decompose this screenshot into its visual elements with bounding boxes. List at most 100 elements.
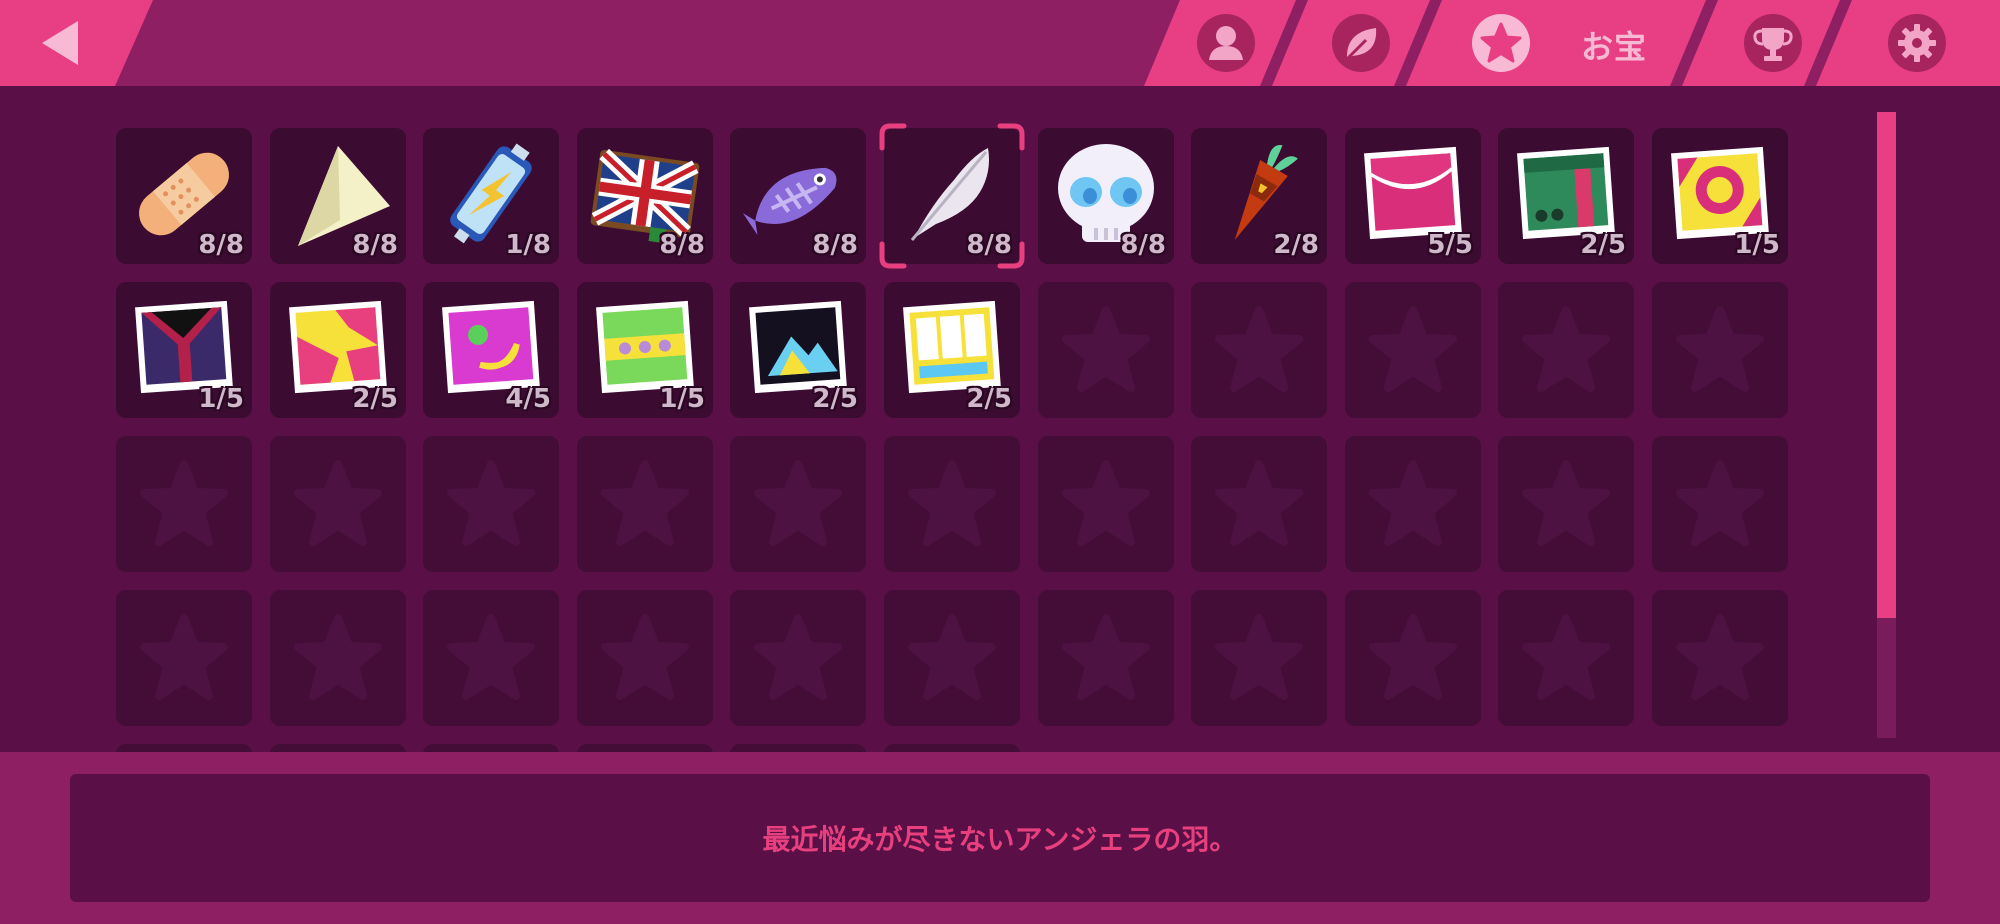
star-placeholder-icon [1062, 614, 1150, 700]
item-count: 8/8 [812, 230, 858, 260]
item-slot-paper-plane[interactable]: 8/8 [270, 128, 406, 264]
star-placeholder-icon [1522, 460, 1610, 546]
item-slot-carrot[interactable]: 2/8 [1191, 128, 1327, 264]
leaf-icon [1332, 14, 1390, 72]
empty-slot[interactable] [1498, 282, 1634, 418]
empty-slot[interactable] [1038, 282, 1174, 418]
item-slot-battery[interactable]: 1/8 [423, 128, 559, 264]
tab-trophy[interactable] [1720, 0, 1830, 86]
empty-slot[interactable] [423, 436, 559, 572]
tab-leaf[interactable] [1310, 0, 1420, 86]
item-slot-photo-moon[interactable]: 4/5 [423, 282, 559, 418]
item-count: 8/8 [198, 230, 244, 260]
empty-slot[interactable] [884, 436, 1020, 572]
item-slot-photo-pink-shapes[interactable]: 2/5 [270, 282, 406, 418]
empty-slot[interactable] [270, 436, 406, 572]
item-count: 2/5 [1580, 230, 1626, 260]
item-slot-photo-window[interactable]: 2/5 [884, 282, 1020, 418]
item-slot-photo-green-door[interactable]: 2/5 [1498, 128, 1634, 264]
empty-slot[interactable] [1038, 590, 1174, 726]
empty-slot[interactable] [1191, 590, 1327, 726]
item-count: 1/5 [198, 384, 244, 414]
star-placeholder-icon [140, 460, 228, 546]
tab-settings[interactable] [1850, 0, 2000, 86]
empty-slot[interactable] [1191, 436, 1327, 572]
star-placeholder-icon [447, 614, 535, 700]
empty-slot[interactable] [1345, 282, 1481, 418]
item-slot-union-jack-book[interactable]: 8/8 [577, 128, 713, 264]
item-slot-photo-mountains[interactable]: 2/5 [730, 282, 866, 418]
empty-slot[interactable] [730, 590, 866, 726]
item-count: 4/5 [505, 384, 551, 414]
item-count: 2/5 [812, 384, 858, 414]
star-placeholder-icon [1676, 460, 1764, 546]
star-placeholder-icon [140, 614, 228, 700]
star-placeholder-icon [1215, 460, 1303, 546]
item-count: 2/5 [352, 384, 398, 414]
empty-slot[interactable] [730, 744, 866, 752]
empty-slot[interactable] [1345, 436, 1481, 572]
item-count: 2/5 [966, 384, 1012, 414]
empty-slot[interactable] [270, 744, 406, 752]
item-count: 2/8 [1273, 230, 1319, 260]
description-box: 最近悩みが尽きないアンジェラの羽。 [70, 774, 1930, 902]
item-count: 5/5 [1427, 230, 1473, 260]
item-description: 最近悩みが尽きないアンジェラの羽。 [762, 823, 1238, 856]
star-placeholder-icon [1062, 306, 1150, 392]
empty-slot[interactable] [1345, 590, 1481, 726]
scrollbar[interactable] [1877, 112, 1896, 738]
top-bar: お宝 [0, 0, 2000, 86]
empty-slot[interactable] [884, 744, 1020, 752]
scrollbar-thumb[interactable] [1877, 112, 1896, 618]
item-slot-feather[interactable]: 8/8 [879, 123, 1025, 269]
empty-slot[interactable] [884, 590, 1020, 726]
empty-slot[interactable] [423, 590, 559, 726]
empty-slot[interactable] [1038, 436, 1174, 572]
item-count: 1/5 [659, 384, 705, 414]
star-placeholder-icon [601, 460, 689, 546]
empty-slot[interactable] [116, 436, 252, 572]
triangle-left-icon [42, 21, 78, 65]
empty-slot[interactable] [730, 436, 866, 572]
empty-slot[interactable] [270, 590, 406, 726]
star-placeholder-icon [1062, 460, 1150, 546]
star-placeholder-icon [1215, 614, 1303, 700]
star-placeholder-icon [908, 460, 996, 546]
empty-slot[interactable] [1191, 282, 1327, 418]
item-slot-photo-pink-circle[interactable]: 5/5 [1345, 128, 1481, 264]
item-slot-skull[interactable]: 8/8 [1038, 128, 1174, 264]
empty-slot[interactable] [577, 436, 713, 572]
tab-treasure-label: お宝 [1581, 28, 1648, 66]
star-placeholder-icon [294, 614, 382, 700]
item-slot-fish-bone[interactable]: 8/8 [730, 128, 866, 264]
item-count: 8/8 [659, 230, 705, 260]
back-button[interactable] [0, 0, 150, 86]
star-placeholder-icon [908, 614, 996, 700]
empty-slot[interactable] [577, 590, 713, 726]
star-placeholder-icon [1369, 460, 1457, 546]
person-icon [1197, 14, 1255, 72]
item-slot-photo-y-letter[interactable]: 1/5 [116, 282, 252, 418]
tab-profile[interactable] [1180, 0, 1280, 86]
star-placeholder-icon [1215, 306, 1303, 392]
item-slot-photo-yellow-ring[interactable]: 1/5 [1652, 128, 1788, 264]
empty-slot[interactable] [577, 744, 713, 752]
item-slot-photo-dots[interactable]: 1/5 [577, 282, 713, 418]
star-placeholder-icon [1369, 614, 1457, 700]
item-slot-bandage[interactable]: 8/8 [116, 128, 252, 264]
item-count: 1/8 [505, 230, 551, 260]
item-count: 8/8 [352, 230, 398, 260]
star-placeholder-icon [1522, 614, 1610, 700]
empty-slot[interactable] [116, 590, 252, 726]
empty-slot[interactable] [1652, 590, 1788, 726]
empty-slot[interactable] [1498, 590, 1634, 726]
item-count: 1/5 [1734, 230, 1780, 260]
item-count: 8/8 [966, 230, 1012, 260]
tab-treasure[interactable]: お宝 [1440, 0, 1690, 86]
empty-slot[interactable] [116, 744, 252, 752]
empty-slot[interactable] [1652, 282, 1788, 418]
star-placeholder-icon [294, 460, 382, 546]
empty-slot[interactable] [1498, 436, 1634, 572]
empty-slot[interactable] [423, 744, 559, 752]
empty-slot[interactable] [1652, 436, 1788, 572]
